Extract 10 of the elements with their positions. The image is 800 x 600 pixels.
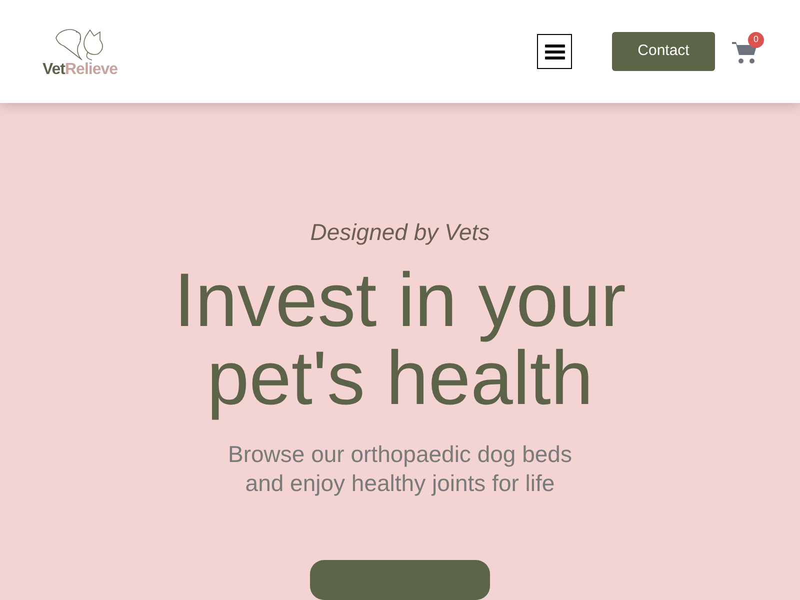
shop-button[interactable] [310,560,490,600]
menu-button[interactable] [537,34,572,69]
hero-eyebrow: Designed by Vets [310,221,490,244]
cart-count-badge: 0 [748,32,764,48]
menu-icon [544,44,564,60]
hero-title: Invest in your pet's health [174,262,626,418]
cart-icon[interactable] [732,40,758,64]
contact-button[interactable]: Contact [612,32,715,71]
hero-subtitle: Browse our orthopaedic dog beds and enjoy healthy joints for life [228,440,572,498]
logo-text[interactable]: VetRelieve [42,62,118,78]
